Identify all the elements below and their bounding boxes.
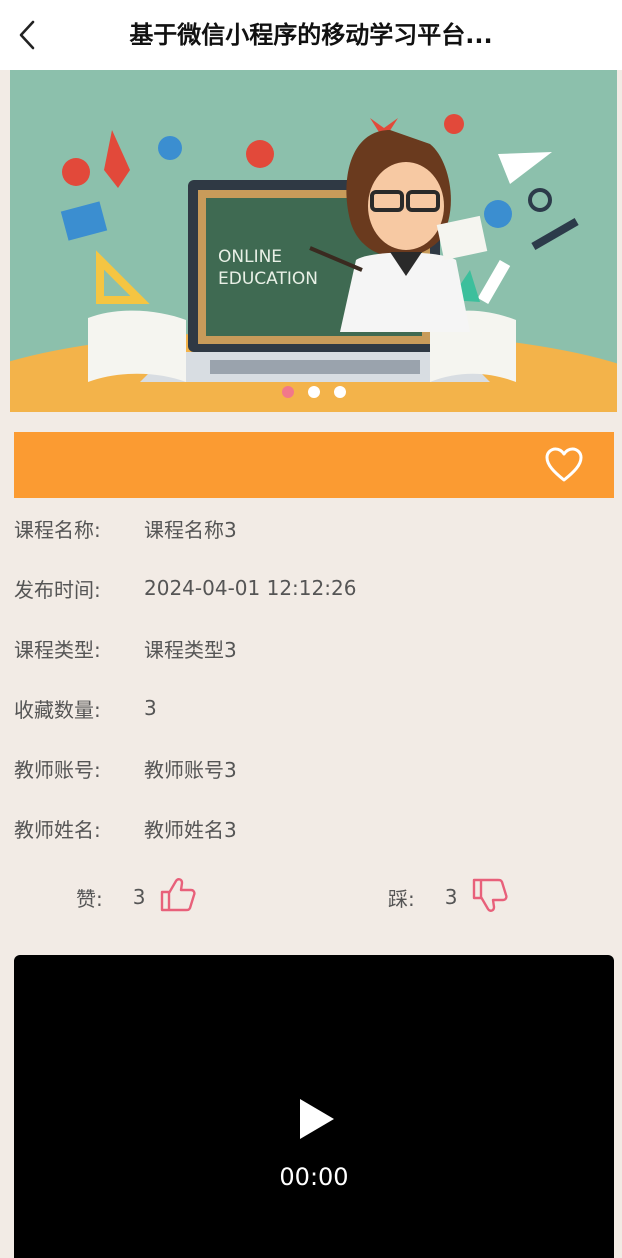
video-time: 00:00	[279, 1163, 349, 1191]
banner-illustration: ONLINE EDUCATION	[10, 70, 617, 412]
favorite-bar	[14, 432, 614, 498]
svg-text:ONLINE: ONLINE	[218, 247, 282, 267]
navigation-bar: 基于微信小程序的移动学习平台...	[0, 0, 622, 70]
heart-icon	[545, 447, 583, 482]
detail-value: 2024-04-01 12:12:26	[144, 576, 357, 600]
detail-row-course-type: 课程类型: 课程类型3	[14, 618, 614, 678]
carousel-dot-1[interactable]	[281, 386, 294, 398]
thumbs-down-icon	[473, 878, 509, 912]
detail-row-favorite-count: 收藏数量: 3	[14, 678, 614, 738]
detail-value: 课程类型3	[144, 637, 237, 662]
detail-label: 课程类型:	[14, 637, 101, 662]
detail-label: 收藏数量:	[14, 697, 101, 722]
play-icon	[300, 1099, 334, 1139]
detail-row-publish-time: 发布时间: 2024-04-01 12:12:26	[14, 558, 614, 618]
detail-value: 课程名称3	[144, 517, 237, 542]
detail-label: 课程名称:	[14, 517, 101, 542]
detail-value: 教师姓名3	[144, 817, 237, 842]
carousel-indicators	[10, 386, 617, 398]
detail-label: 教师账号:	[14, 757, 101, 782]
dislike-count: 3	[444, 885, 458, 909]
detail-row-teacher-name: 教师姓名: 教师姓名3	[14, 798, 614, 858]
like-section: 赞: 3	[76, 872, 197, 922]
detail-row-course-name: 课程名称: 课程名称3	[14, 498, 614, 558]
dislike-button[interactable]	[471, 877, 509, 918]
like-button[interactable]	[159, 877, 197, 918]
play-button[interactable]	[296, 1097, 336, 1141]
banner-carousel[interactable]: ONLINE EDUCATION	[10, 70, 617, 412]
detail-value: 3	[144, 696, 157, 720]
page-title: 基于微信小程序的移动学习平台...	[129, 21, 493, 49]
dislike-section: 踩: 3	[388, 872, 509, 922]
detail-row-teacher-account: 教师账号: 教师账号3	[14, 738, 614, 798]
detail-label: 教师姓名:	[14, 817, 101, 842]
detail-label: 发布时间:	[14, 577, 101, 602]
favorite-button[interactable]	[544, 446, 584, 484]
dislike-label: 踩:	[388, 886, 415, 911]
video-player[interactable]: 00:00	[14, 955, 614, 1258]
like-count: 3	[132, 885, 146, 909]
carousel-dot-3[interactable]	[333, 386, 346, 398]
thumbs-up-icon	[161, 877, 197, 911]
carousel-dot-2[interactable]	[307, 386, 320, 398]
svg-text:EDUCATION: EDUCATION	[218, 269, 318, 289]
like-label: 赞:	[76, 886, 103, 911]
detail-value: 教师账号3	[144, 757, 237, 782]
